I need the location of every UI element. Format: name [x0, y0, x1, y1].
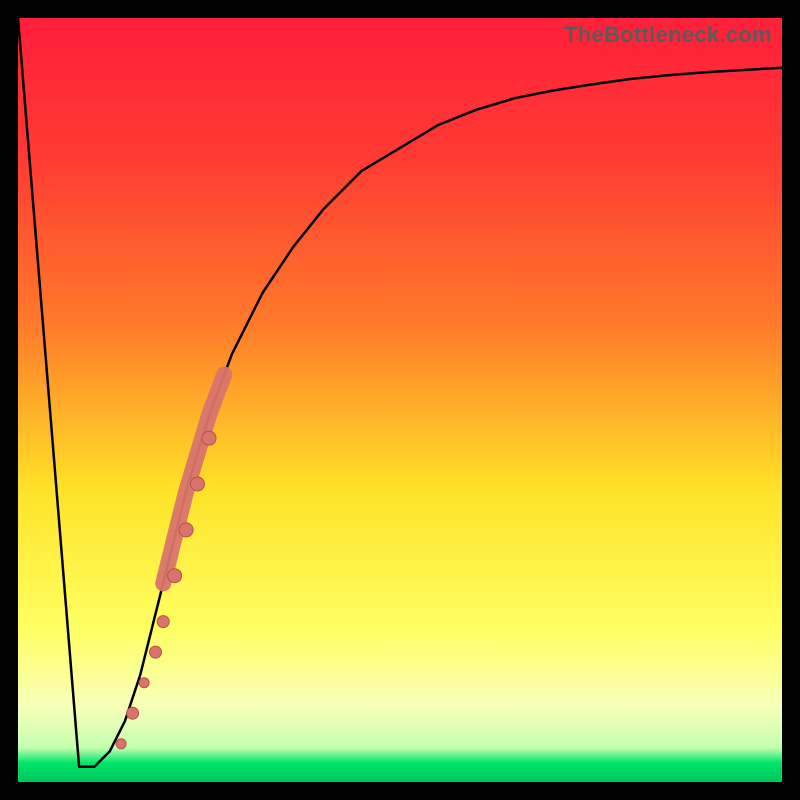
chart-frame: TheBottleneck.com — [0, 0, 800, 800]
data-marker — [157, 616, 169, 628]
data-marker — [168, 569, 182, 583]
data-marker — [202, 431, 216, 445]
data-marker — [139, 678, 149, 688]
data-marker — [150, 646, 162, 658]
data-marker — [127, 707, 139, 719]
bottleneck-chart — [18, 18, 782, 782]
data-marker — [191, 477, 205, 491]
plot-area: TheBottleneck.com — [18, 18, 782, 782]
watermark-text: TheBottleneck.com — [564, 22, 772, 48]
gradient-background — [18, 18, 782, 782]
data-marker — [179, 523, 193, 537]
data-marker — [116, 739, 126, 749]
